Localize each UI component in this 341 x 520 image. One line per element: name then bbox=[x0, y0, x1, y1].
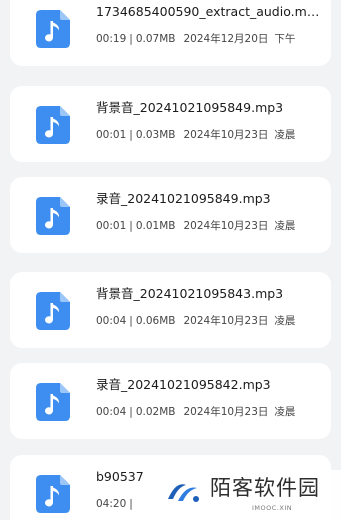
file-duration: 00:01 bbox=[96, 220, 127, 232]
file-date: 2024年10月23日 bbox=[183, 129, 269, 141]
file-size: 0.01MB bbox=[135, 220, 176, 232]
file-name: 录音_20241021095849.mp3 bbox=[96, 191, 271, 206]
file-period: 凌晨 bbox=[274, 129, 296, 141]
file-period: 下午 bbox=[274, 33, 296, 45]
file-name: 录音_20241021095842.mp3 bbox=[96, 377, 271, 392]
file-name: 背景音_20241021095849.mp3 bbox=[96, 100, 284, 115]
file-size: 0.02MB bbox=[135, 406, 176, 418]
file-meta: 00:01 | 0.03MB 2024年10月23日 凌晨 bbox=[96, 128, 295, 142]
meta-separator: | bbox=[129, 498, 133, 510]
meta-separator: | bbox=[129, 33, 133, 45]
file-size: 0.03MB bbox=[135, 129, 176, 141]
file-meta: 04:20 | bbox=[96, 497, 136, 511]
file-meta: 00:04 | 0.06MB 2024年10月23日 凌晨 bbox=[96, 314, 295, 328]
watermark-subtext: IMOOC.XIN bbox=[252, 504, 293, 512]
music-file-icon bbox=[36, 383, 70, 421]
meta-separator: | bbox=[129, 315, 133, 327]
music-file-icon bbox=[36, 106, 70, 144]
meta-separator: | bbox=[129, 129, 133, 141]
site-watermark: 陌客软件园 IMOOC.XIN bbox=[152, 470, 341, 520]
file-date: 2024年10月23日 bbox=[183, 406, 269, 418]
file-item[interactable]: 录音_20241021095842.mp3 00:04 | 0.02MB 2024年1… bbox=[10, 363, 331, 439]
music-file-icon bbox=[36, 292, 70, 330]
file-duration: 00:19 bbox=[96, 33, 127, 45]
file-meta: 00:04 | 0.02MB 2024年10月23日 凌晨 bbox=[96, 405, 295, 419]
file-item[interactable]: 背景音_20241021095843.mp3 00:04 | 0.06MB 2024年… bbox=[10, 272, 331, 348]
file-name: 背景音_20241021095843.mp3 bbox=[96, 286, 284, 301]
file-size: 0.06MB bbox=[135, 315, 176, 327]
file-item[interactable]: 1734685400590_extract_audio.mp3 00:19 | 0.… bbox=[10, 0, 331, 66]
watermark-logo-icon bbox=[168, 484, 199, 502]
file-name: 1734685400590_extract_audio.mp3 bbox=[96, 4, 322, 19]
file-item[interactable]: 背景音_20241021095849.mp3 00:01 | 0.03MB 2024年… bbox=[10, 86, 331, 162]
music-file-icon bbox=[36, 475, 70, 513]
file-item[interactable]: 录音_20241021095849.mp3 00:01 | 0.01MB 2024年1… bbox=[10, 177, 331, 253]
file-period: 凌晨 bbox=[274, 406, 296, 418]
file-duration: 00:04 bbox=[96, 315, 127, 327]
file-meta: 00:01 | 0.01MB 2024年10月23日 凌晨 bbox=[96, 219, 295, 233]
file-period: 凌晨 bbox=[274, 220, 296, 232]
music-file-icon bbox=[36, 10, 70, 48]
file-duration: 00:01 bbox=[96, 129, 127, 141]
file-duration: 04:20 bbox=[96, 498, 127, 510]
file-size: 0.07MB bbox=[135, 33, 176, 45]
file-date: 2024年10月23日 bbox=[183, 315, 269, 327]
music-file-icon bbox=[36, 197, 70, 235]
watermark-text: 陌客软件园 bbox=[210, 476, 320, 500]
file-date: 2024年10月23日 bbox=[183, 220, 269, 232]
file-meta: 00:19 | 0.07MB 2024年12月20日 下午 bbox=[96, 32, 295, 46]
meta-separator: | bbox=[129, 406, 133, 418]
file-duration: 00:04 bbox=[96, 406, 127, 418]
meta-separator: | bbox=[129, 220, 133, 232]
file-date: 2024年12月20日 bbox=[183, 33, 269, 45]
file-period: 凌晨 bbox=[274, 315, 296, 327]
